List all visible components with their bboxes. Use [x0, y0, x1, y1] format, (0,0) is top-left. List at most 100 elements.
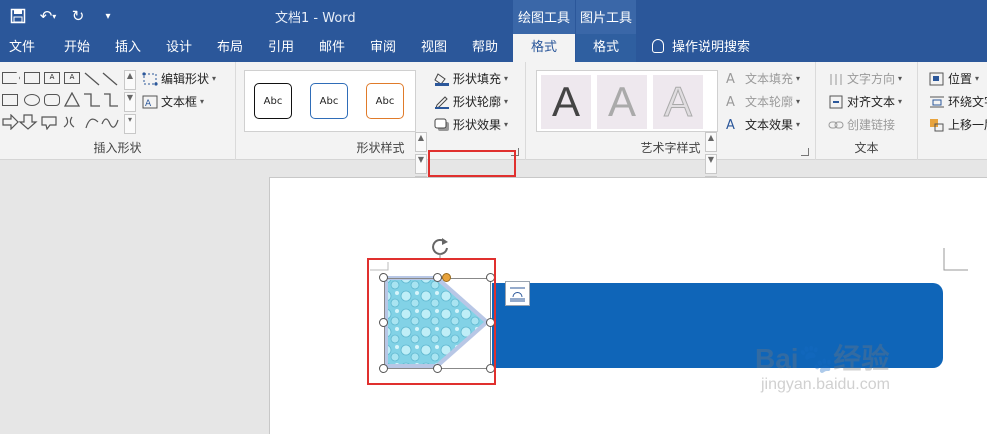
wrap-text-label: 环绕文字 [948, 95, 987, 109]
ribbon: A A ▲ ▼ ▾ 编辑形状 ▾ A 文本框 ▾ 插入形状 形状样式 Abc Abc… [0, 62, 987, 194]
position-icon [929, 72, 945, 86]
align-text-icon [828, 95, 844, 109]
tab-format-drawing[interactable]: 格式 [513, 34, 575, 62]
shape-outline-button[interactable]: 形状轮廓 ▾ [434, 93, 508, 110]
style-preset-blue[interactable]: Abc [310, 83, 348, 119]
wordart-preset-dark[interactable]: A [541, 75, 591, 129]
undo-icon[interactable]: ↶ ▾ [38, 6, 58, 26]
shape-effects-icon [434, 118, 450, 132]
rect-shape-icon[interactable] [2, 94, 18, 106]
layout-options-button[interactable] [505, 281, 530, 306]
text-outline-button[interactable]: A 文本轮廓 ▾ [726, 93, 800, 110]
vertical-textbox-shape-icon[interactable]: A [64, 72, 80, 84]
align-text-label: 对齐文本 [847, 95, 896, 109]
text-fill-label: 文本填充 [745, 72, 794, 86]
wrap-text-button[interactable]: 环绕文字 [929, 93, 987, 110]
position-label: 位置 [948, 72, 973, 86]
save-icon[interactable] [8, 6, 28, 26]
wordart-scroll-up[interactable]: ▲ [705, 132, 717, 152]
tab-file[interactable]: 文件 [9, 34, 35, 62]
text-direction-button[interactable]: 文字方向 ▾ [828, 70, 902, 87]
highlight-shape-box [367, 258, 496, 385]
rectangle-shape-icon[interactable] [24, 72, 40, 84]
tell-me-search[interactable]: 操作说明搜索 [652, 34, 750, 62]
dropdown-arrow-icon: ▾ [212, 74, 217, 83]
group-label-text: 文本 [854, 141, 879, 155]
dropdown-arrow-icon: ▾ [504, 74, 509, 83]
align-text-button[interactable]: 对齐文本 ▾ [828, 93, 902, 110]
wordart-gallery[interactable]: A A A [536, 70, 718, 132]
shape-fill-button[interactable]: 形状填充 ▾ [434, 70, 508, 87]
tab-home[interactable]: 开始 [64, 34, 90, 62]
arrow-shapes-icon[interactable] [2, 114, 122, 130]
tab-references[interactable]: 引用 [268, 34, 294, 62]
group-label-insert-shapes: 插入形状 [93, 141, 142, 155]
tab-mailings[interactable]: 邮件 [319, 34, 345, 62]
tab-help[interactable]: 帮助 [472, 34, 498, 62]
rounded-rect-shape-icon[interactable] [44, 94, 60, 106]
text-effects-button[interactable]: A 文本效果 ▾ [726, 116, 800, 133]
tab-layout[interactable]: 布局 [217, 34, 243, 62]
create-link-button[interactable]: 创建链接 [828, 116, 895, 133]
shape-style-gallery[interactable]: Abc Abc Abc [244, 70, 416, 132]
customize-qat-icon[interactable]: ▾ [98, 6, 118, 26]
tab-design[interactable]: 设计 [166, 34, 192, 62]
wordart-scroll-down[interactable]: ▼ [705, 154, 717, 174]
document-title: 文档1 - Word [275, 11, 356, 26]
ribbon-tabs: 文件 开始 插入 设计 布局 引用 邮件 审阅 视图 帮助 格式 格式 操作说明… [0, 34, 987, 62]
text-effects-label: 文本效果 [745, 118, 794, 132]
bring-forward-icon [929, 118, 945, 132]
position-button[interactable]: 位置 ▾ [929, 70, 979, 87]
text-outline-icon: A [726, 94, 735, 110]
watermark-url: jingyan.baidu.com [761, 376, 890, 393]
shapes-scroll-up[interactable]: ▲ [124, 70, 136, 90]
redo-icon[interactable]: ↻ [68, 6, 88, 26]
pentagon-shape-icon[interactable] [2, 72, 20, 84]
baidu-watermark: Bai🐾经验 jingyan.baidu.com [755, 343, 890, 395]
quick-access-toolbar: ↶ ▾ ↻ ▾ [8, 6, 118, 26]
context-drawing-tools: 绘图工具 [513, 0, 575, 34]
shape-effects-button[interactable]: 形状效果 ▾ [434, 116, 508, 133]
dropdown-arrow-icon: ▾ [504, 97, 509, 106]
svg-text:A: A [145, 99, 152, 109]
lightbulb-icon [652, 39, 664, 53]
context-picture-tools: 图片工具 [576, 0, 636, 34]
dropdown-arrow-icon: ▾ [796, 74, 801, 83]
textbox-icon: A [142, 95, 158, 109]
wordart-preset-outline[interactable]: A [653, 75, 703, 129]
style-preset-black[interactable]: Abc [254, 83, 292, 119]
tab-review[interactable]: 审阅 [370, 34, 396, 62]
styles-scroll-down[interactable]: ▼ [415, 154, 427, 174]
create-link-label: 创建链接 [847, 118, 896, 132]
bring-forward-button[interactable]: 上移一层 [929, 116, 987, 133]
triangle-connector-shapes-icon[interactable] [64, 92, 120, 108]
paint-bucket-icon [434, 72, 450, 86]
text-box-button[interactable]: A 文本框 ▾ [142, 93, 204, 110]
dropdown-arrow-icon: ▾ [796, 97, 801, 106]
dialog-launcher-icon[interactable] [801, 148, 809, 156]
textbox-shape-icon[interactable]: A [44, 72, 60, 84]
edit-shape-label: 编辑形状 [161, 72, 210, 86]
search-label: 操作说明搜索 [672, 40, 751, 55]
shapes-gallery[interactable]: A A [2, 70, 122, 134]
wordart-preset-gray[interactable]: A [597, 75, 647, 129]
rotate-handle-icon[interactable] [428, 234, 452, 258]
group-label-wordart: 艺术字样式 [640, 141, 701, 155]
tab-view[interactable]: 视图 [421, 34, 447, 62]
shapes-scroll-down[interactable]: ▼ [124, 92, 136, 112]
shapes-more[interactable]: ▾ [124, 114, 136, 134]
styles-scroll-up[interactable]: ▲ [415, 132, 427, 152]
tab-format-picture[interactable]: 格式 [576, 34, 636, 62]
group-insert-shapes: A A ▲ ▼ ▾ 编辑形状 ▾ A 文本框 ▾ 插入形状 [0, 62, 236, 160]
tab-insert[interactable]: 插入 [115, 34, 141, 62]
link-icon [828, 118, 844, 132]
dropdown-arrow-icon: ▾ [975, 74, 980, 83]
line-shapes-icon[interactable] [84, 72, 120, 86]
edit-shape-icon [142, 71, 158, 86]
text-fill-button[interactable]: A 文本填充 ▾ [726, 70, 800, 87]
style-preset-orange[interactable]: Abc [366, 83, 404, 119]
edit-shape-button[interactable]: 编辑形状 ▾ [142, 70, 216, 87]
oval-shape-icon[interactable] [24, 94, 40, 106]
text-direction-label: 文字方向 [847, 72, 896, 86]
bring-forward-label: 上移一层 [948, 118, 987, 132]
